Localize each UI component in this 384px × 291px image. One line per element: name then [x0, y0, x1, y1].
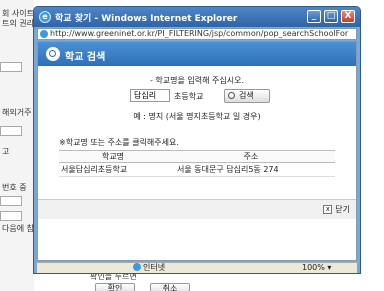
- bg-text-5: 다음에 참: [2, 224, 34, 233]
- page-content: 학교 검색 - 학교명을 입력해 주십시오. 초등학교 검색 예 : 명지 (서…: [37, 41, 357, 261]
- column-header-address: 주소: [167, 150, 335, 163]
- bg-input-3[interactable]: [0, 196, 22, 206]
- search-suffix-label: 초등학교: [174, 92, 204, 101]
- url-text[interactable]: http://www.greeninet.or.kr/PI_FILTERING/…: [50, 29, 354, 39]
- bg-cancel-button[interactable]: 취소: [150, 283, 190, 291]
- title-bar[interactable]: e 학교 찾기 - Windows Internet Explorer _ □ …: [34, 7, 360, 27]
- search-button[interactable]: 검색: [224, 89, 270, 103]
- window-title: 학교 찾기 - Windows Internet Explorer: [55, 14, 238, 24]
- maximize-button[interactable]: □: [324, 10, 338, 23]
- popup-footer: x 닫기: [38, 199, 356, 219]
- close-window-button[interactable]: X: [341, 10, 355, 23]
- bg-radio-label[interactable]: 고: [2, 146, 9, 157]
- bg-text-2: 트의 권리: [2, 19, 34, 28]
- column-header-name: 학교명: [59, 150, 167, 163]
- bg-input-1[interactable]: [0, 62, 22, 72]
- result-note: ※학교명 또는 주소를 클릭해주세요.: [59, 138, 179, 147]
- magnifier-icon: [228, 92, 235, 99]
- search-header: 학교 검색: [38, 42, 356, 66]
- header-title: 학교 검색: [65, 52, 106, 63]
- search-example: 예 : 명지 (서울 명지초등학교 일 경우): [133, 112, 261, 121]
- bg-input-4[interactable]: [0, 211, 22, 221]
- globe-icon: [133, 263, 141, 271]
- search-icon: [46, 47, 60, 61]
- security-zone: 인터넷: [133, 263, 165, 273]
- close-button-label: 닫기: [335, 205, 350, 214]
- bg-input-2[interactable]: [0, 126, 22, 136]
- bg-confirm-button[interactable]: 확인: [95, 283, 135, 291]
- search-button-label: 검색: [239, 91, 254, 100]
- ie-icon: e: [39, 11, 51, 23]
- address-bar[interactable]: http://www.greeninet.or.kr/PI_FILTERING/…: [37, 28, 357, 40]
- table-row[interactable]: 서울답십리초등학교 서울 동대문구 답십리5동 274: [59, 162, 335, 177]
- status-bar: 인터넷 100% ▾: [37, 262, 357, 273]
- table-header-row: 학교명 주소: [59, 150, 335, 163]
- bg-text-3: 해외거주: [2, 108, 32, 117]
- page-icon: [40, 30, 48, 38]
- school-search-input[interactable]: [130, 89, 170, 102]
- school-name-cell[interactable]: 서울답십리초등학교: [59, 162, 167, 177]
- close-button[interactable]: x 닫기: [323, 203, 350, 216]
- minimize-button[interactable]: _: [307, 10, 321, 23]
- school-address-cell[interactable]: 서울 동대문구 답십리5동 274: [167, 162, 335, 177]
- results-table: 학교명 주소 서울답십리초등학교 서울 동대문구 답십리5동 274: [59, 150, 335, 177]
- zone-label: 인터넷: [143, 263, 166, 272]
- search-instruction: - 학교명을 입력해 주십시오.: [149, 76, 245, 85]
- zoom-control[interactable]: 100% ▾: [302, 263, 331, 273]
- bg-text-4: 번호 중: [2, 183, 27, 192]
- zoom-label: 100%: [302, 263, 325, 272]
- close-icon: x: [323, 205, 333, 214]
- popup-window: e 학교 찾기 - Windows Internet Explorer _ □ …: [33, 6, 361, 274]
